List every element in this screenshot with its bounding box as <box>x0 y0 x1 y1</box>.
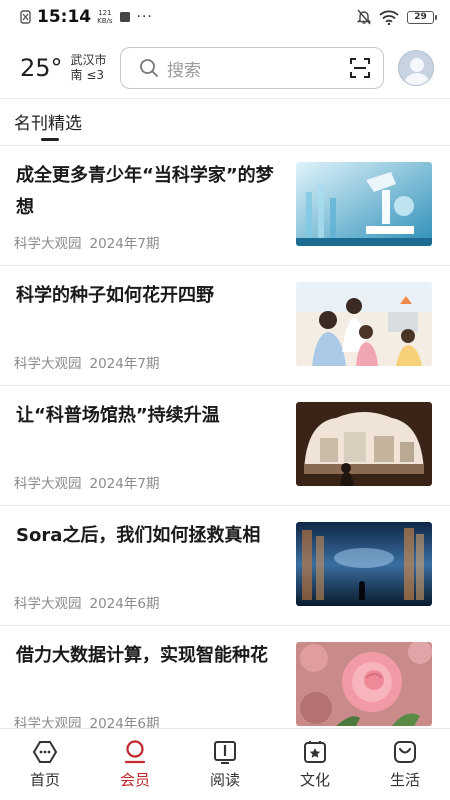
article-meta: 科学大观园 2024年7期 <box>14 352 159 372</box>
article-meta: 科学大观园 2024年7期 <box>14 232 159 252</box>
avatar[interactable] <box>398 50 434 86</box>
article-thumbnail <box>296 162 432 246</box>
city-name: 武汉市 <box>70 53 107 67</box>
active-tab-indicator <box>41 138 59 141</box>
article-meta: 科学大观园 2024年6期 <box>14 592 159 612</box>
nav-culture[interactable]: 文化 <box>270 729 360 800</box>
search-placeholder: 搜索 <box>167 60 201 81</box>
article-title: 科学的种子如何花开四野 <box>16 285 214 306</box>
mute-icon <box>357 9 371 25</box>
article-thumbnail <box>296 402 432 486</box>
article-meta: 科学大观园 2024年7期 <box>14 472 159 492</box>
article-source: 科学大观园 <box>14 236 82 252</box>
battery-icon: 29 <box>407 10 437 24</box>
nav-member[interactable]: 会员 <box>90 729 180 800</box>
star-icon <box>304 741 326 763</box>
article-date: 2024年7期 <box>89 236 160 252</box>
article-list: 成全更多青少年“当科学家”的梦想 科学大观园 2024年7期 科学的种子如何花开四… <box>0 145 450 745</box>
sim-off-icon <box>20 10 31 24</box>
nav-home-label: 首页 <box>29 771 60 789</box>
header: 25° 武汉市 南 ≤3 搜索 <box>0 38 450 98</box>
nav-life-label: 生活 <box>389 771 420 789</box>
search-input[interactable]: 搜索 <box>120 47 384 89</box>
wifi-icon <box>379 10 399 25</box>
home-icon <box>32 741 58 763</box>
list-item[interactable]: 借力大数据计算，实现智能种花 科学大观园 2024年6期 <box>0 625 450 745</box>
article-source: 科学大观园 <box>14 356 82 372</box>
list-item[interactable]: 科学的种子如何花开四野 科学大观园 2024年7期 <box>0 265 450 385</box>
list-item[interactable]: 让“科普场馆热”持续升温 科学大观园 2024年7期 <box>0 385 450 505</box>
science-museum-image <box>296 402 432 486</box>
network-speed: 121 KB/s <box>97 9 113 25</box>
article-date: 2024年7期 <box>89 356 160 372</box>
bag-icon <box>394 741 416 763</box>
nav-home[interactable]: 首页 <box>0 729 90 800</box>
article-title: 成全更多青少年“当科学家”的梦想 <box>16 165 274 218</box>
clock: 15:14 <box>37 7 92 27</box>
list-item[interactable]: 成全更多青少年“当科学家”的梦想 科学大观园 2024年7期 <box>0 145 450 265</box>
stop-icon <box>119 12 130 22</box>
location: 武汉市 南 ≤3 <box>71 53 107 83</box>
weather-widget[interactable]: 25° 武汉市 南 ≤3 <box>20 53 114 83</box>
article-thumbnail <box>296 642 432 726</box>
pink-roses-image <box>296 642 432 726</box>
nav-culture-label: 文化 <box>299 771 330 789</box>
article-title: 借力大数据计算，实现智能种花 <box>16 645 268 666</box>
wind-info: 南 ≤3 <box>70 68 105 82</box>
member-icon <box>124 740 146 764</box>
book-icon <box>214 741 236 764</box>
more-notifications-icon: ··· <box>136 9 153 25</box>
article-date: 2024年6期 <box>89 596 160 612</box>
nav-reading-label: 阅读 <box>209 771 240 789</box>
category-tabs: 名刊精选 <box>0 98 450 144</box>
article-thumbnail <box>296 282 432 366</box>
list-item[interactable]: Sora之后，我们如何拯救真相 科学大观园 2024年6期 <box>0 505 450 625</box>
article-title: 让“科普场馆热”持续升温 <box>16 405 220 426</box>
nav-member-label: 会员 <box>119 771 150 789</box>
article-title: Sora之后，我们如何拯救真相 <box>16 525 261 546</box>
digital-city-image <box>296 522 432 606</box>
article-thumbnail <box>296 522 432 606</box>
bottom-navigation: 首页 会员 阅读 文化 生活 <box>0 728 450 800</box>
nav-life[interactable]: 生活 <box>360 729 450 800</box>
status-bar: 15:14 121 KB/s ··· 29 <box>0 0 450 34</box>
search-icon <box>140 59 158 77</box>
children-classroom-image <box>296 282 432 366</box>
temperature: 25° <box>20 54 63 82</box>
scan-icon <box>350 58 370 78</box>
article-source: 科学大观园 <box>14 596 82 612</box>
article-source: 科学大观园 <box>14 476 82 492</box>
tab-featured-journals[interactable]: 名刊精选 <box>14 109 82 134</box>
article-date: 2024年7期 <box>89 476 160 492</box>
scan-button[interactable] <box>349 57 371 79</box>
lab-equipment-image <box>296 162 432 246</box>
nav-reading[interactable]: 阅读 <box>180 729 270 800</box>
user-avatar-icon <box>404 58 430 85</box>
